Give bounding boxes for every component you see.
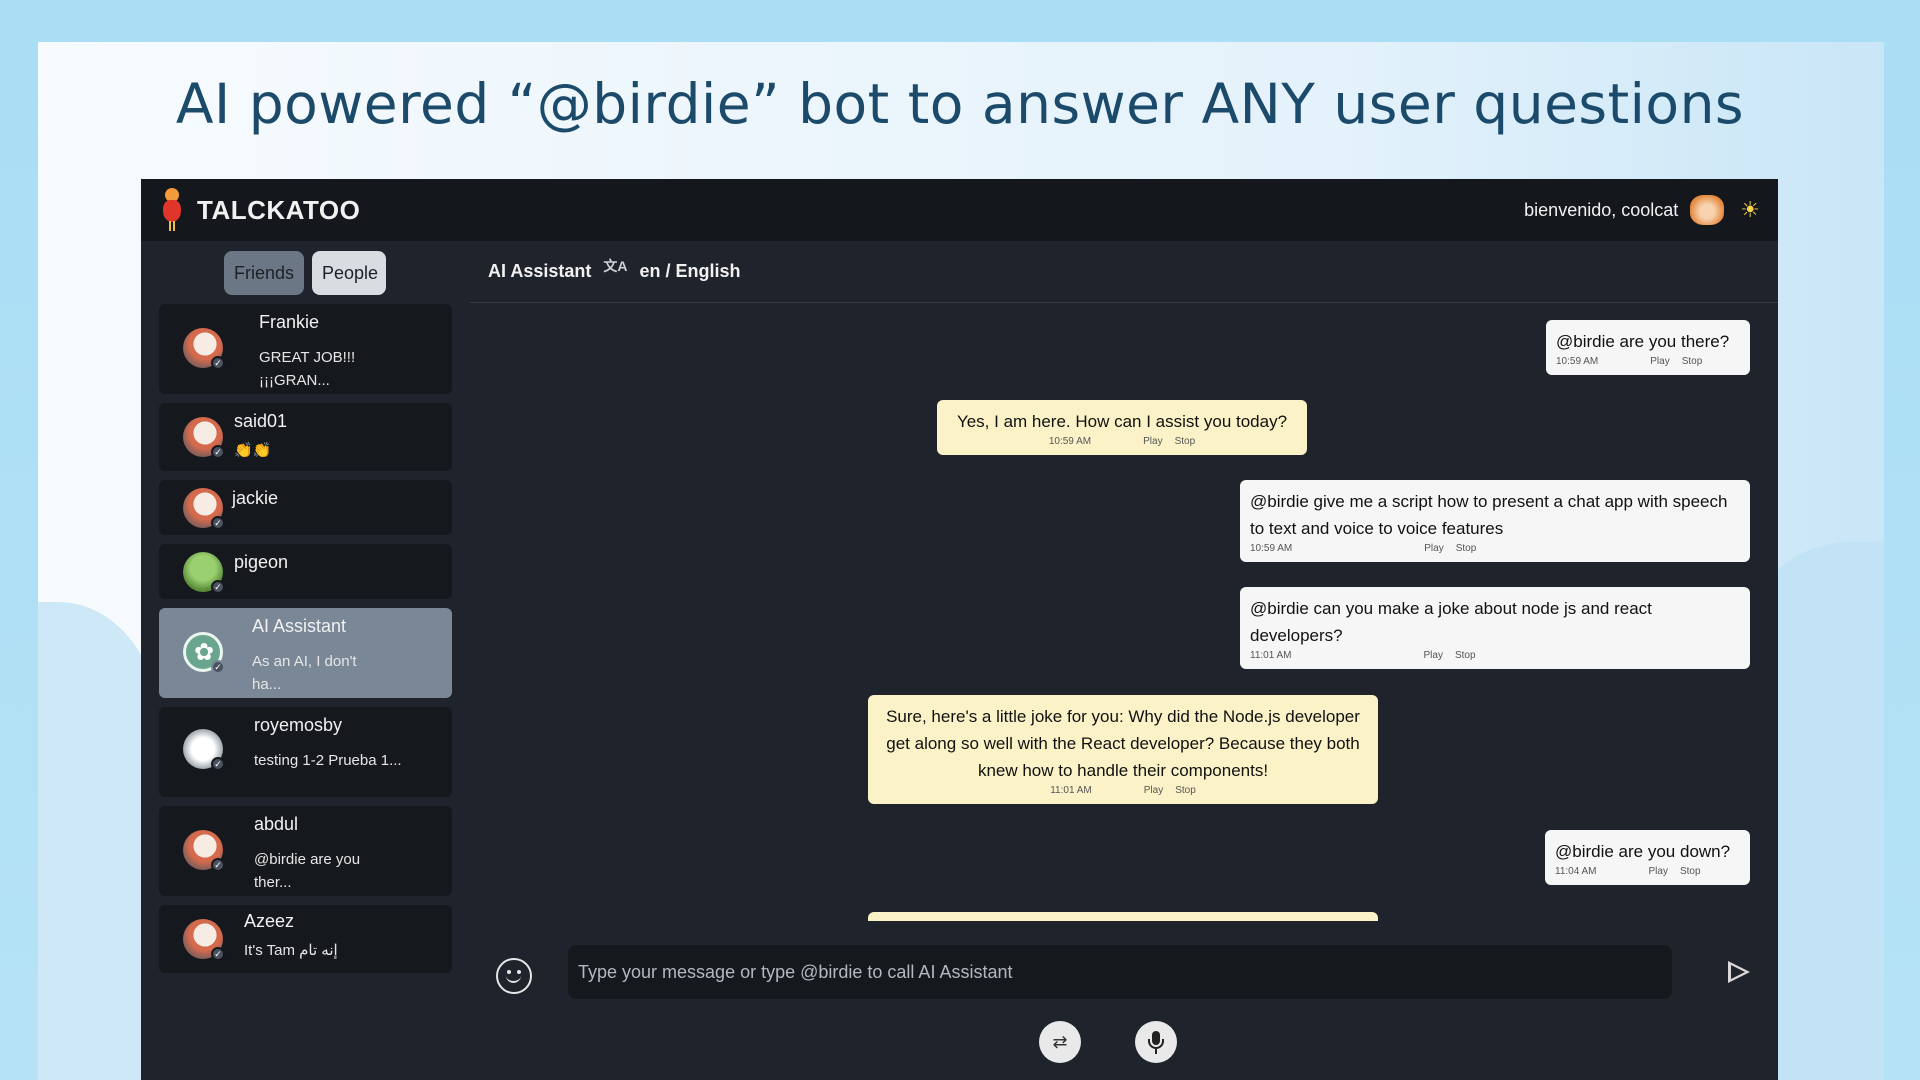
contact-preview: @birdie are you ther... (254, 851, 361, 891)
contact-ai-assistant[interactable]: ✓ AI Assistant As an AI, I don't ha... (159, 608, 452, 698)
check-badge-icon: ✓ (211, 580, 225, 594)
message-text: @birdie are you down? (1555, 842, 1731, 861)
chat-header: AI Assistant 文A en / English (470, 241, 1778, 303)
message-list[interactable]: @birdie are you there? 10:59 AM Play Sto… (470, 304, 1778, 921)
voice-translate-icon[interactable]: ⇄ (1039, 1021, 1081, 1063)
message-text: @birdie give me a script how to present … (1250, 492, 1728, 538)
message-time: 10:59 AM (1556, 356, 1599, 367)
message-time: 10:59 AM (1250, 543, 1293, 554)
message-bot: Yes, I am here. How can I assist you tod… (937, 400, 1307, 455)
chat-contact-name: AI Assistant (488, 261, 592, 281)
stop-button[interactable]: Stop (1682, 355, 1703, 369)
sidebar-tabs: Friends People (224, 251, 386, 295)
play-button[interactable]: Play (1143, 435, 1162, 449)
tab-people[interactable]: People (312, 251, 386, 295)
contact-preview: 👏👏 (234, 442, 272, 459)
language-label[interactable]: en / English (639, 261, 740, 282)
message-user: @birdie give me a script how to present … (1240, 480, 1750, 562)
message-time: 10:59 AM (1048, 436, 1092, 447)
tab-friends[interactable]: Friends (224, 251, 304, 295)
contact-frankie[interactable]: ✓ Frankie GREAT JOB!!! ¡¡¡GRAN... (159, 304, 452, 394)
message-bot: Sure, here's a little joke for you: Why … (868, 695, 1378, 804)
play-button[interactable]: Play (1649, 865, 1668, 879)
translate-icon[interactable]: 文A (603, 256, 627, 276)
check-badge-icon: ✓ (211, 516, 225, 530)
cat-avatar-icon[interactable] (1690, 195, 1725, 225)
contact-list: ✓ Frankie GREAT JOB!!! ¡¡¡GRAN... ✓ said… (159, 304, 452, 982)
contact-name: said01 (234, 411, 288, 431)
play-button[interactable]: Play (1144, 784, 1163, 798)
message-time: 11:04 AM (1555, 866, 1597, 877)
message-input[interactable] (568, 945, 1672, 999)
chat-panel: AI Assistant 文A en / English @birdie are… (470, 241, 1778, 1080)
stop-button[interactable]: Stop (1455, 649, 1476, 663)
welcome-text: bienvenido, coolcat (1524, 199, 1679, 220)
play-button[interactable]: Play (1650, 355, 1669, 369)
contact-preview: testing 1-2 Prueba 1... (254, 752, 402, 769)
contact-name: royemosby (254, 715, 343, 735)
contact-abdul[interactable]: ✓ abdul @birdie are you ther... (159, 806, 452, 896)
sidebar: Friends People ✓ Frankie GREAT JOB!!! ¡¡… (141, 241, 470, 1080)
contact-preview: GREAT JOB!!! ¡¡¡GRAN... (259, 349, 356, 389)
contact-name: jackie (232, 488, 279, 508)
contact-royemosby[interactable]: ✓ royemosby testing 1-2 Prueba 1... (159, 707, 452, 797)
contact-name: AI Assistant (252, 616, 347, 636)
send-icon[interactable] (1728, 961, 1750, 983)
sun-icon[interactable]: ☀ (1740, 197, 1760, 223)
check-badge-icon: ✓ (211, 356, 225, 370)
composer: ⇄ (470, 921, 1778, 1080)
contact-name: abdul (254, 814, 299, 834)
check-badge-icon: ✓ (211, 757, 225, 771)
decorative-wave (38, 602, 158, 1080)
message-user: @birdie are you down? 11:04 AM Play Stop (1545, 830, 1750, 885)
chat-app-window: TALCKATOO bienvenido, coolcat ☀ Friends … (141, 179, 1778, 1080)
message-text: Sure, here's a little joke for you: Why … (886, 707, 1360, 780)
message-user: @birdie are you there? 10:59 AM Play Sto… (1546, 320, 1750, 375)
microphone-icon[interactable] (1135, 1021, 1177, 1063)
message-user: @birdie can you make a joke about node j… (1240, 587, 1750, 669)
message-time: 11:01 AM (1050, 785, 1092, 796)
play-button[interactable]: Play (1424, 649, 1443, 663)
contact-preview: It's Tam إنه تام (244, 942, 338, 959)
contact-pigeon[interactable]: ✓ pigeon (159, 544, 452, 599)
stop-button[interactable]: Stop (1680, 865, 1701, 879)
contact-name: Frankie (259, 312, 320, 332)
check-badge-icon: ✓ (211, 445, 225, 459)
app-brand[interactable]: TALCKATOO (197, 195, 360, 226)
message-bot-partial (868, 912, 1378, 921)
slide-headline: AI powered “@birdie” bot to answer ANY u… (175, 72, 1745, 136)
check-badge-icon: ✓ (211, 947, 225, 961)
stop-button[interactable]: Stop (1175, 435, 1196, 449)
contact-jackie[interactable]: ✓ jackie (159, 480, 452, 535)
user-area: bienvenido, coolcat ☀ (1524, 195, 1760, 225)
contact-azeez[interactable]: ✓ Azeez It's Tam إنه تام (159, 905, 452, 973)
message-text: Yes, I am here. How can I assist you tod… (956, 412, 1288, 431)
message-text: @birdie can you make a joke about node j… (1250, 599, 1652, 645)
message-text: @birdie are you there? (1556, 332, 1730, 351)
contact-name: pigeon (234, 552, 289, 572)
stop-button[interactable]: Stop (1175, 784, 1196, 798)
stop-button[interactable]: Stop (1456, 542, 1477, 556)
message-time: 11:01 AM (1250, 650, 1292, 661)
cockatoo-logo-icon[interactable] (159, 188, 185, 232)
play-button[interactable]: Play (1424, 542, 1443, 556)
check-badge-icon: ✓ (211, 660, 225, 674)
decorative-wave (1764, 542, 1884, 1080)
emoji-icon[interactable] (496, 958, 532, 994)
top-bar: TALCKATOO bienvenido, coolcat ☀ (141, 179, 1778, 241)
check-badge-icon: ✓ (211, 858, 225, 872)
contact-said01[interactable]: ✓ said01 👏👏 (159, 403, 452, 471)
contact-preview: As an AI, I don't ha... (252, 653, 357, 693)
contact-name: Azeez (244, 911, 295, 931)
